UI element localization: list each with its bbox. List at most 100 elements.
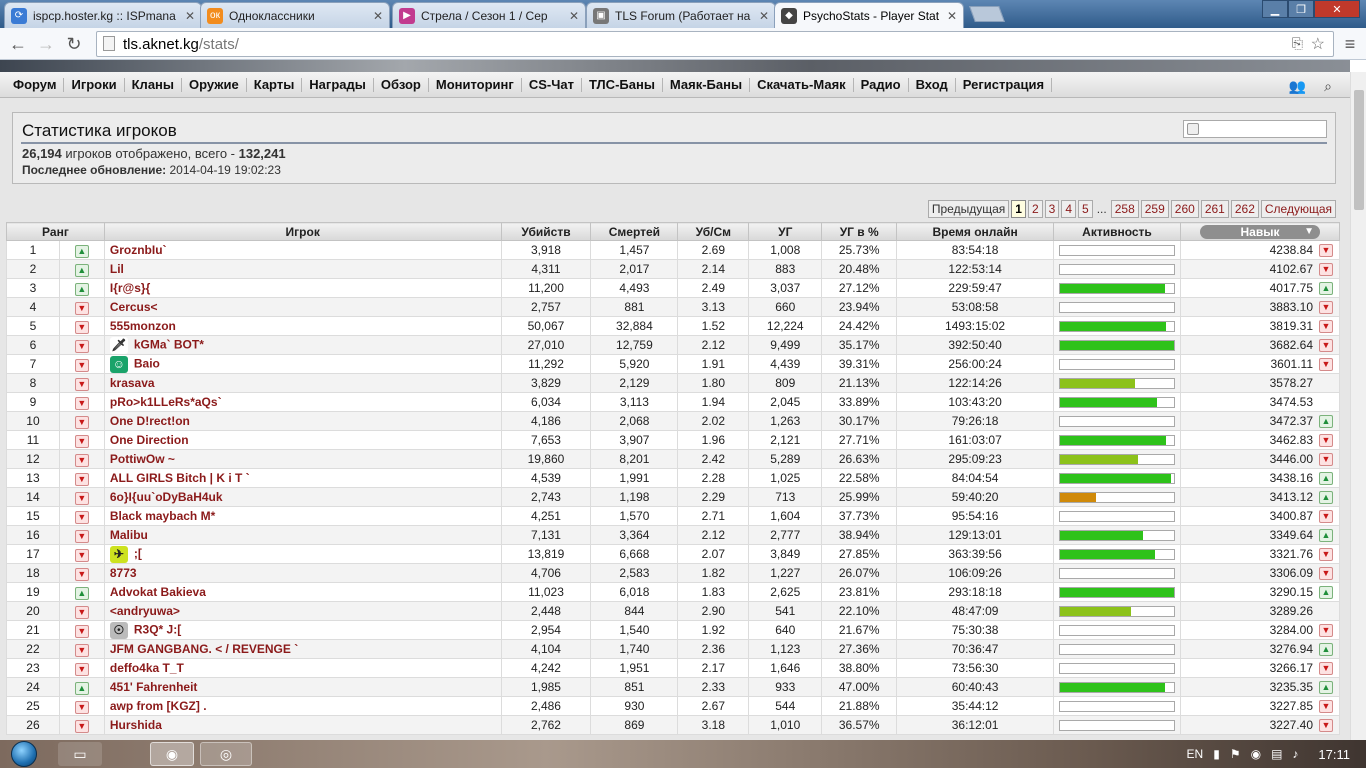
- col-kills[interactable]: Убийств: [500, 222, 592, 241]
- player-name-link[interactable]: 6o}I{uu`oDyBaH4uk: [110, 490, 223, 504]
- table-row[interactable]: 16 ▼ Malibu 7,131 3,364 2.12 2,777 38.94% 129:13…: [6, 525, 1341, 545]
- player-name-link[interactable]: deffo4ka T_T: [110, 661, 184, 675]
- clock[interactable]: 17:11: [1318, 747, 1350, 762]
- menu-item-register[interactable]: Регистрация: [956, 77, 1053, 92]
- page-scrollbar[interactable]: [1350, 72, 1366, 740]
- menu-item-overview[interactable]: Обзор: [374, 77, 429, 92]
- player-name-link[interactable]: pRo>k1LLeRs*aQs`: [110, 395, 222, 409]
- table-row[interactable]: 5 ▼ 555monzon 50,067 32,884 1.52 12,224 24.42% 1…: [6, 316, 1341, 336]
- browser-tab-active[interactable]: ◆ PsychoStats - Player Stats ✕: [774, 2, 964, 28]
- player-name-link[interactable]: Malibu: [110, 528, 148, 542]
- browser-tab[interactable]: ▣ TLS Forum (Работает на I ✕: [586, 2, 776, 28]
- col-player[interactable]: Игрок: [103, 222, 502, 241]
- page-link[interactable]: 4: [1061, 200, 1077, 218]
- menu-item-clans[interactable]: Кланы: [125, 77, 183, 92]
- menu-item-weapons[interactable]: Оружие: [182, 77, 247, 92]
- page-link[interactable]: 260: [1170, 200, 1199, 218]
- browser-tab[interactable]: ▶ Стрела / Сезон 1 / Сер ✕: [392, 2, 586, 28]
- page-link[interactable]: 261: [1200, 200, 1229, 218]
- flag-icon[interactable]: ⚑: [1230, 747, 1241, 761]
- table-row[interactable]: 1 ▲ GroznbIu` 3,918 1,457 2.69 1,008 25.73% 83:5…: [6, 240, 1341, 260]
- tray-app-icon[interactable]: ◉: [1251, 747, 1261, 761]
- player-name-link[interactable]: krasava: [110, 376, 155, 390]
- page-link[interactable]: 259: [1140, 200, 1169, 218]
- volume-icon[interactable]: ♪: [1292, 747, 1298, 761]
- next-page-button[interactable]: Следующая: [1260, 200, 1336, 218]
- translate-icon[interactable]: ⎘: [1292, 35, 1303, 52]
- table-row[interactable]: 26 ▼ Hurshida 2,762 869 3.18 1,010 36.57% 36:12:…: [6, 715, 1341, 735]
- maximize-window-button[interactable]: ❐: [1288, 0, 1314, 18]
- table-row[interactable]: 6 ▼ 🗡 kGMa` BOT* 27,010 12,759 2.12 9,499 35.17%…: [6, 335, 1341, 355]
- page-link[interactable]: 258: [1110, 200, 1139, 218]
- player-name-link[interactable]: 451' Fahrenheit: [110, 680, 198, 694]
- menu-item-forum[interactable]: Форум: [6, 77, 65, 92]
- player-name-link[interactable]: PottiwOw ~: [110, 452, 175, 466]
- col-headshot-percent[interactable]: УГ в %: [821, 222, 898, 241]
- table-row[interactable]: 11 ▼ One Direction 7,653 3,907 1.96 2,121 27.71…: [6, 430, 1341, 450]
- page-link[interactable]: 5: [1078, 200, 1093, 218]
- col-deaths[interactable]: Смертей: [590, 222, 679, 241]
- menu-item-tls-bans[interactable]: ТЛС-Баны: [582, 77, 663, 92]
- player-name-link[interactable]: Cercus<: [110, 300, 158, 314]
- player-name-link[interactable]: ALL GIRLS Bitch | K i T `: [110, 471, 250, 485]
- table-row[interactable]: 21 ▼ ☉ R3Q* J:[2,954 1,540 1.92 640 21.67% 75:30…: [6, 620, 1341, 640]
- player-name-link[interactable]: One D!rect!on: [110, 414, 190, 428]
- browser-tab[interactable]: ⟳ ispcp.hoster.kg :: ISPmana ✕: [4, 2, 202, 28]
- new-tab-button[interactable]: [969, 6, 1005, 22]
- col-activity[interactable]: Активность: [1053, 222, 1181, 241]
- table-row[interactable]: 9 ▼ pRo>k1LLeRs*aQs` 6,034 3,113 1.94 2,045 33.…: [6, 392, 1341, 412]
- table-row[interactable]: 14 ▼ 6o}I{uu`oDyBaH4uk 2,743 1,198 2.29 713 25.…: [6, 487, 1341, 507]
- start-button[interactable]: [4, 740, 44, 768]
- table-row[interactable]: 23 ▼ deffo4ka T_T 4,242 1,951 2.17 1,646 38.80%…: [6, 658, 1341, 678]
- player-name-link[interactable]: Black maybach M*: [110, 509, 215, 523]
- chrome-taskbar-icon[interactable]: ◉: [150, 742, 194, 766]
- browser-tab[interactable]: ок Одноклассники ✕: [200, 2, 390, 28]
- skill-sorted-header[interactable]: Навык ▼: [1199, 224, 1320, 239]
- player-name-link[interactable]: I{r@s}{: [110, 281, 150, 295]
- users-icon[interactable]: 👥: [1289, 78, 1306, 95]
- player-name-link[interactable]: <andryuwa>: [110, 604, 180, 618]
- player-name-link[interactable]: 8773: [110, 566, 137, 580]
- page-link[interactable]: 3: [1044, 200, 1060, 218]
- col-rank[interactable]: Ранг: [6, 222, 105, 241]
- player-name-link[interactable]: Baio: [134, 356, 160, 370]
- menu-item-mayak-bans[interactable]: Маяк-Баны: [663, 77, 751, 92]
- app-taskbar-icon[interactable]: ◎: [200, 742, 252, 766]
- menu-item-login[interactable]: Вход: [909, 77, 956, 92]
- table-row[interactable]: 18 ▼ 8773 4,706 2,583 1.82 1,227 26.07% 106:09:2…: [6, 563, 1341, 583]
- signal-icon[interactable]: ▮: [1213, 747, 1220, 761]
- player-name-link[interactable]: GroznbIu`: [110, 243, 167, 257]
- player-name-link[interactable]: JFM GANGBANG. < / REVENGE `: [110, 642, 298, 656]
- col-headshots[interactable]: УГ: [748, 222, 823, 241]
- page-link-current[interactable]: 1: [1011, 200, 1026, 218]
- address-bar[interactable]: tls.aknet.kg/stats/ ⎘ ☆: [96, 31, 1334, 57]
- page-link[interactable]: 2: [1027, 200, 1043, 218]
- table-row[interactable]: 8 ▼ krasava 3,829 2,129 1.80 809 21.13% 122:14:2…: [6, 373, 1341, 393]
- chrome-menu-icon[interactable]: ≡: [1338, 32, 1362, 56]
- col-skill[interactable]: Навык ▼: [1179, 222, 1341, 241]
- close-tab-icon[interactable]: ✕: [947, 9, 957, 23]
- close-tab-icon[interactable]: ✕: [373, 9, 383, 23]
- table-row[interactable]: 2 ▲ Lil 4,311 2,017 2.14 883 20.48% 122:53:14 410…: [6, 259, 1341, 279]
- explorer-icon[interactable]: ▭: [58, 742, 102, 766]
- player-name-link[interactable]: awp from [KGZ] .: [110, 699, 207, 713]
- player-name-link[interactable]: R3Q* J:[: [134, 622, 181, 636]
- language-indicator[interactable]: EN: [1187, 747, 1204, 761]
- close-tab-icon[interactable]: ✕: [569, 9, 579, 23]
- table-row[interactable]: 10 ▼ One D!rect!on 4,186 2,068 2.02 1,263 30.17…: [6, 411, 1341, 431]
- player-name-link[interactable]: kGMa` BOT*: [134, 337, 204, 351]
- close-window-button[interactable]: ✕: [1314, 0, 1360, 18]
- menu-item-monitoring[interactable]: Мониторинг: [429, 77, 522, 92]
- bookmark-star-icon[interactable]: ☆: [1311, 34, 1325, 54]
- table-row[interactable]: 7 ▼ ☺ Baio 11,292 5,920 1.91 4,439 39.31% 256:00:…: [6, 354, 1341, 374]
- table-row[interactable]: 24 ▲ 451' Fahrenheit 1,985 851 2.33 933 47.00% 6…: [6, 677, 1341, 697]
- table-row[interactable]: 15 ▼ Black maybach M* 4,251 1,570 2.71 1,604 37…: [6, 506, 1341, 526]
- menu-item-maps[interactable]: Карты: [247, 77, 303, 92]
- col-online-time[interactable]: Время онлайн: [896, 222, 1054, 241]
- menu-item-cs-chat[interactable]: CS-Чат: [522, 77, 582, 92]
- reload-icon[interactable]: ↻: [62, 32, 86, 56]
- minimize-window-button[interactable]: ▁: [1262, 0, 1288, 18]
- player-name-link[interactable]: 555monzon: [110, 319, 176, 333]
- prev-page-button[interactable]: Предыдущая: [927, 200, 1010, 218]
- player-search-input[interactable]: [1183, 120, 1327, 138]
